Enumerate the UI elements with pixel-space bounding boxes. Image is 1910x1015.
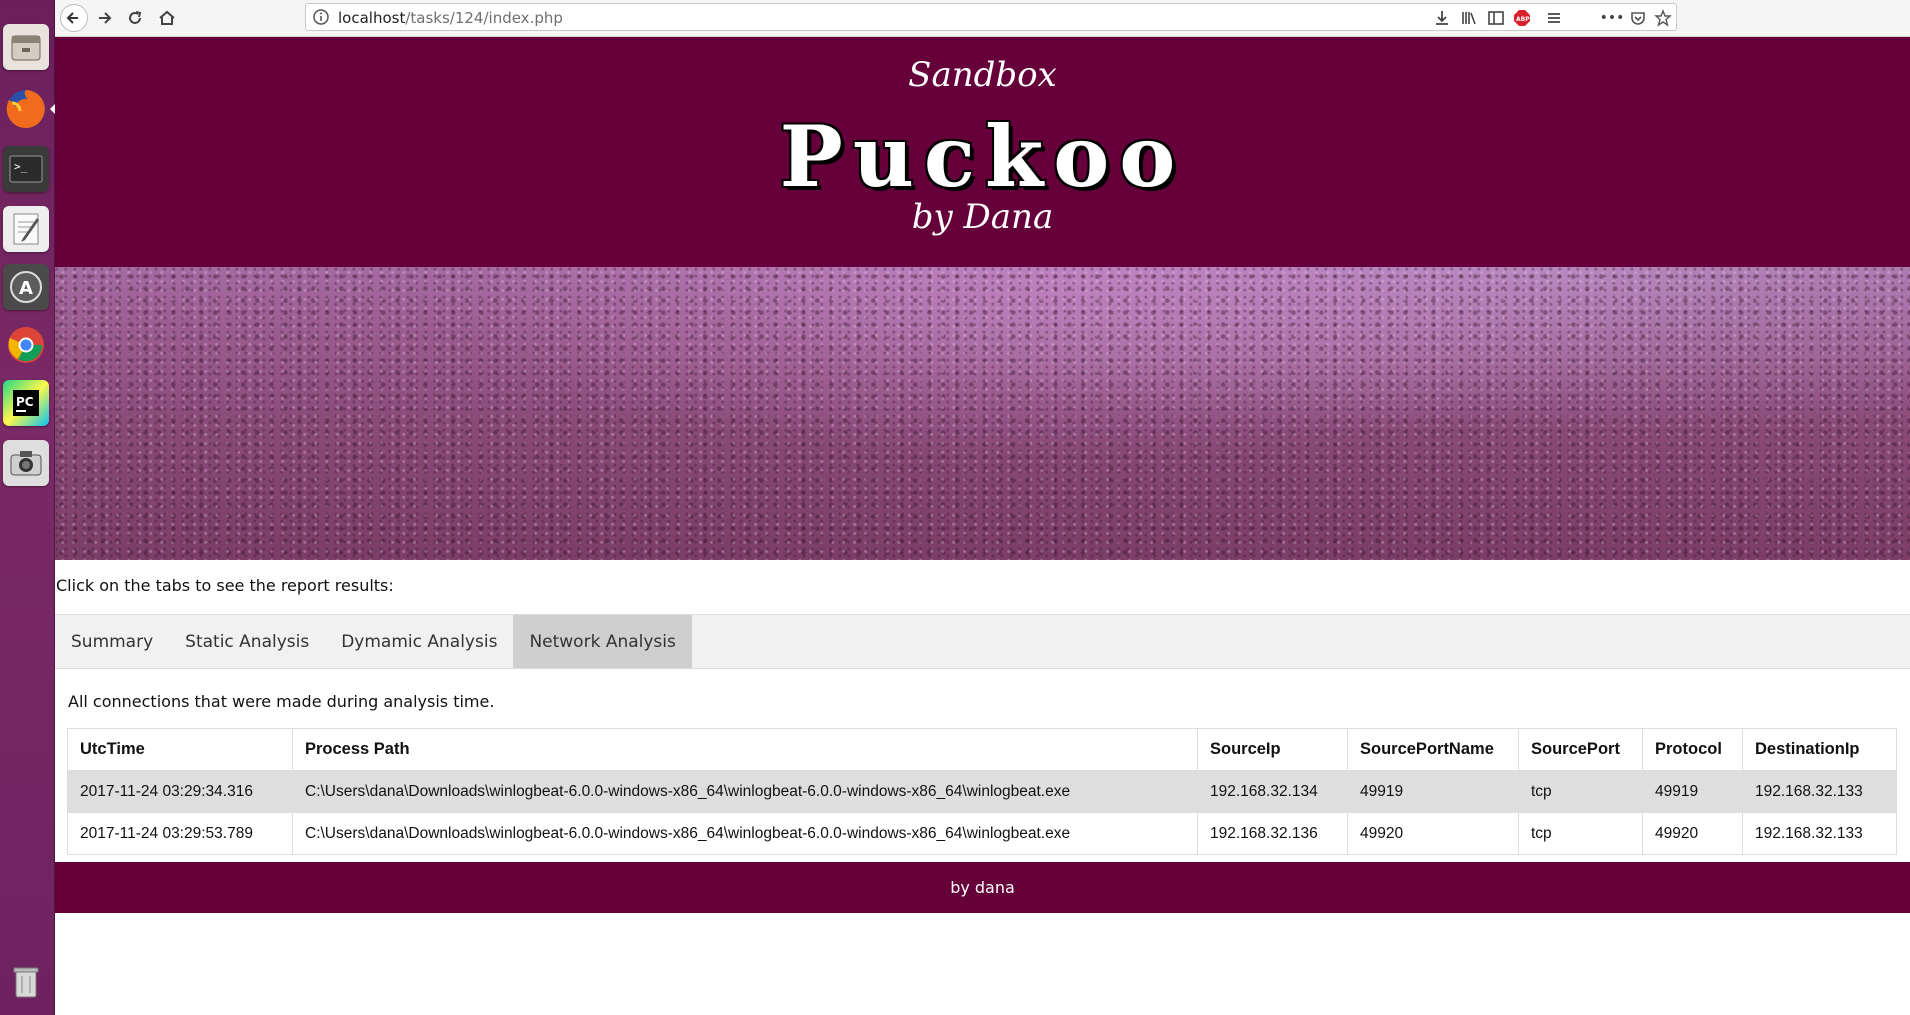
info-icon[interactable] [312, 8, 330, 26]
table-cell: 192.168.32.133 [1742, 770, 1897, 813]
text-editor-icon[interactable] [3, 206, 49, 252]
report-tabs: Summary Static Analysis Dymamic Analysis… [55, 614, 1910, 669]
column-header: SourcePort [1518, 728, 1643, 771]
terminal-icon[interactable]: >_ [3, 146, 49, 192]
column-header: UtcTime [67, 728, 293, 771]
files-app-icon[interactable] [3, 24, 49, 70]
svg-text:PC: PC [16, 395, 34, 409]
column-header: DestinationIp [1742, 728, 1897, 771]
trash-icon[interactable] [3, 958, 49, 1004]
table-cell: C:\Users\dana\Downloads\winlogbeat-6.0.0… [292, 770, 1198, 813]
firefox-icon[interactable] [3, 86, 49, 132]
table-row: 2017-11-24 03:29:34.316 C:\Users\dana\Do… [67, 770, 1897, 813]
tab-dynamic-analysis[interactable]: Dymamic Analysis [325, 615, 513, 668]
header-top-text: Sandbox [908, 55, 1057, 95]
table-cell: 49919 [1347, 770, 1519, 813]
table-cell: 49920 [1347, 812, 1519, 855]
intro-text: Click on the tabs to see the report resu… [56, 576, 394, 595]
table-cell: 2017-11-24 03:29:34.316 [67, 770, 293, 813]
table-cell: 192.168.32.134 [1197, 770, 1348, 813]
table-row: 2017-11-24 03:29:53.789 C:\Users\dana\Do… [67, 812, 1897, 855]
tab-network-analysis[interactable]: Network Analysis [513, 615, 692, 668]
column-header: Protocol [1642, 728, 1743, 771]
url-text[interactable]: localhost/tasks/124/index.php [338, 9, 563, 27]
forward-button[interactable] [90, 3, 120, 33]
table-cell: 192.168.32.133 [1742, 812, 1897, 855]
downloads-icon[interactable] [1427, 3, 1457, 33]
menu-icon[interactable] [1539, 3, 1569, 33]
reload-button[interactable] [120, 3, 150, 33]
table-cell: tcp [1518, 812, 1643, 855]
hero-banner-image [55, 267, 1910, 560]
table-cell: 192.168.32.136 [1197, 812, 1348, 855]
header-bottom-text: by Dana [911, 197, 1054, 237]
site-footer: by dana [55, 862, 1910, 913]
table-cell: 49919 [1642, 770, 1743, 813]
table-cell: 2017-11-24 03:29:53.789 [67, 812, 293, 855]
table-cell: C:\Users\dana\Downloads\winlogbeat-6.0.0… [292, 812, 1198, 855]
tab-summary[interactable]: Summary [55, 615, 169, 668]
software-updater-icon[interactable]: A [3, 264, 49, 310]
chrome-icon[interactable] [3, 322, 49, 368]
network-description: All connections that were made during an… [68, 692, 495, 711]
table-cell: tcp [1518, 770, 1643, 813]
bookmark-star-icon[interactable] [1653, 8, 1673, 28]
site-title: Puckoo [779, 107, 1186, 206]
library-icon[interactable] [1454, 3, 1484, 33]
web-page: Sandbox Puckoo by Dana Click on the tabs… [55, 37, 1910, 1015]
browser-toolbar: localhost/tasks/124/index.php ••• ABP [55, 0, 1910, 37]
site-header: Sandbox Puckoo by Dana [55, 37, 1910, 267]
svg-text:ABP: ABP [1516, 16, 1530, 23]
pycharm-icon[interactable]: PC [3, 380, 49, 426]
column-header: Process Path [292, 728, 1198, 771]
table-header-row: UtcTime Process Path SourceIp SourcePort… [67, 728, 1897, 771]
page-actions-icon[interactable]: ••• [1600, 8, 1625, 28]
back-button[interactable] [59, 3, 89, 33]
svg-text:A: A [19, 278, 33, 299]
pocket-icon[interactable] [1628, 8, 1648, 28]
screenshot-icon[interactable] [3, 440, 49, 486]
home-button[interactable] [152, 3, 182, 33]
adblock-icon[interactable]: ABP [1507, 3, 1537, 33]
tab-static-analysis[interactable]: Static Analysis [169, 615, 325, 668]
table-cell: 49920 [1642, 812, 1743, 855]
os-launcher: >_ A PC [0, 0, 55, 1015]
column-header: SourcePortName [1347, 728, 1519, 771]
svg-text:>_: >_ [14, 160, 28, 173]
column-header: SourceIp [1197, 728, 1348, 771]
connections-table: UtcTime Process Path SourceIp SourcePort… [67, 728, 1897, 855]
